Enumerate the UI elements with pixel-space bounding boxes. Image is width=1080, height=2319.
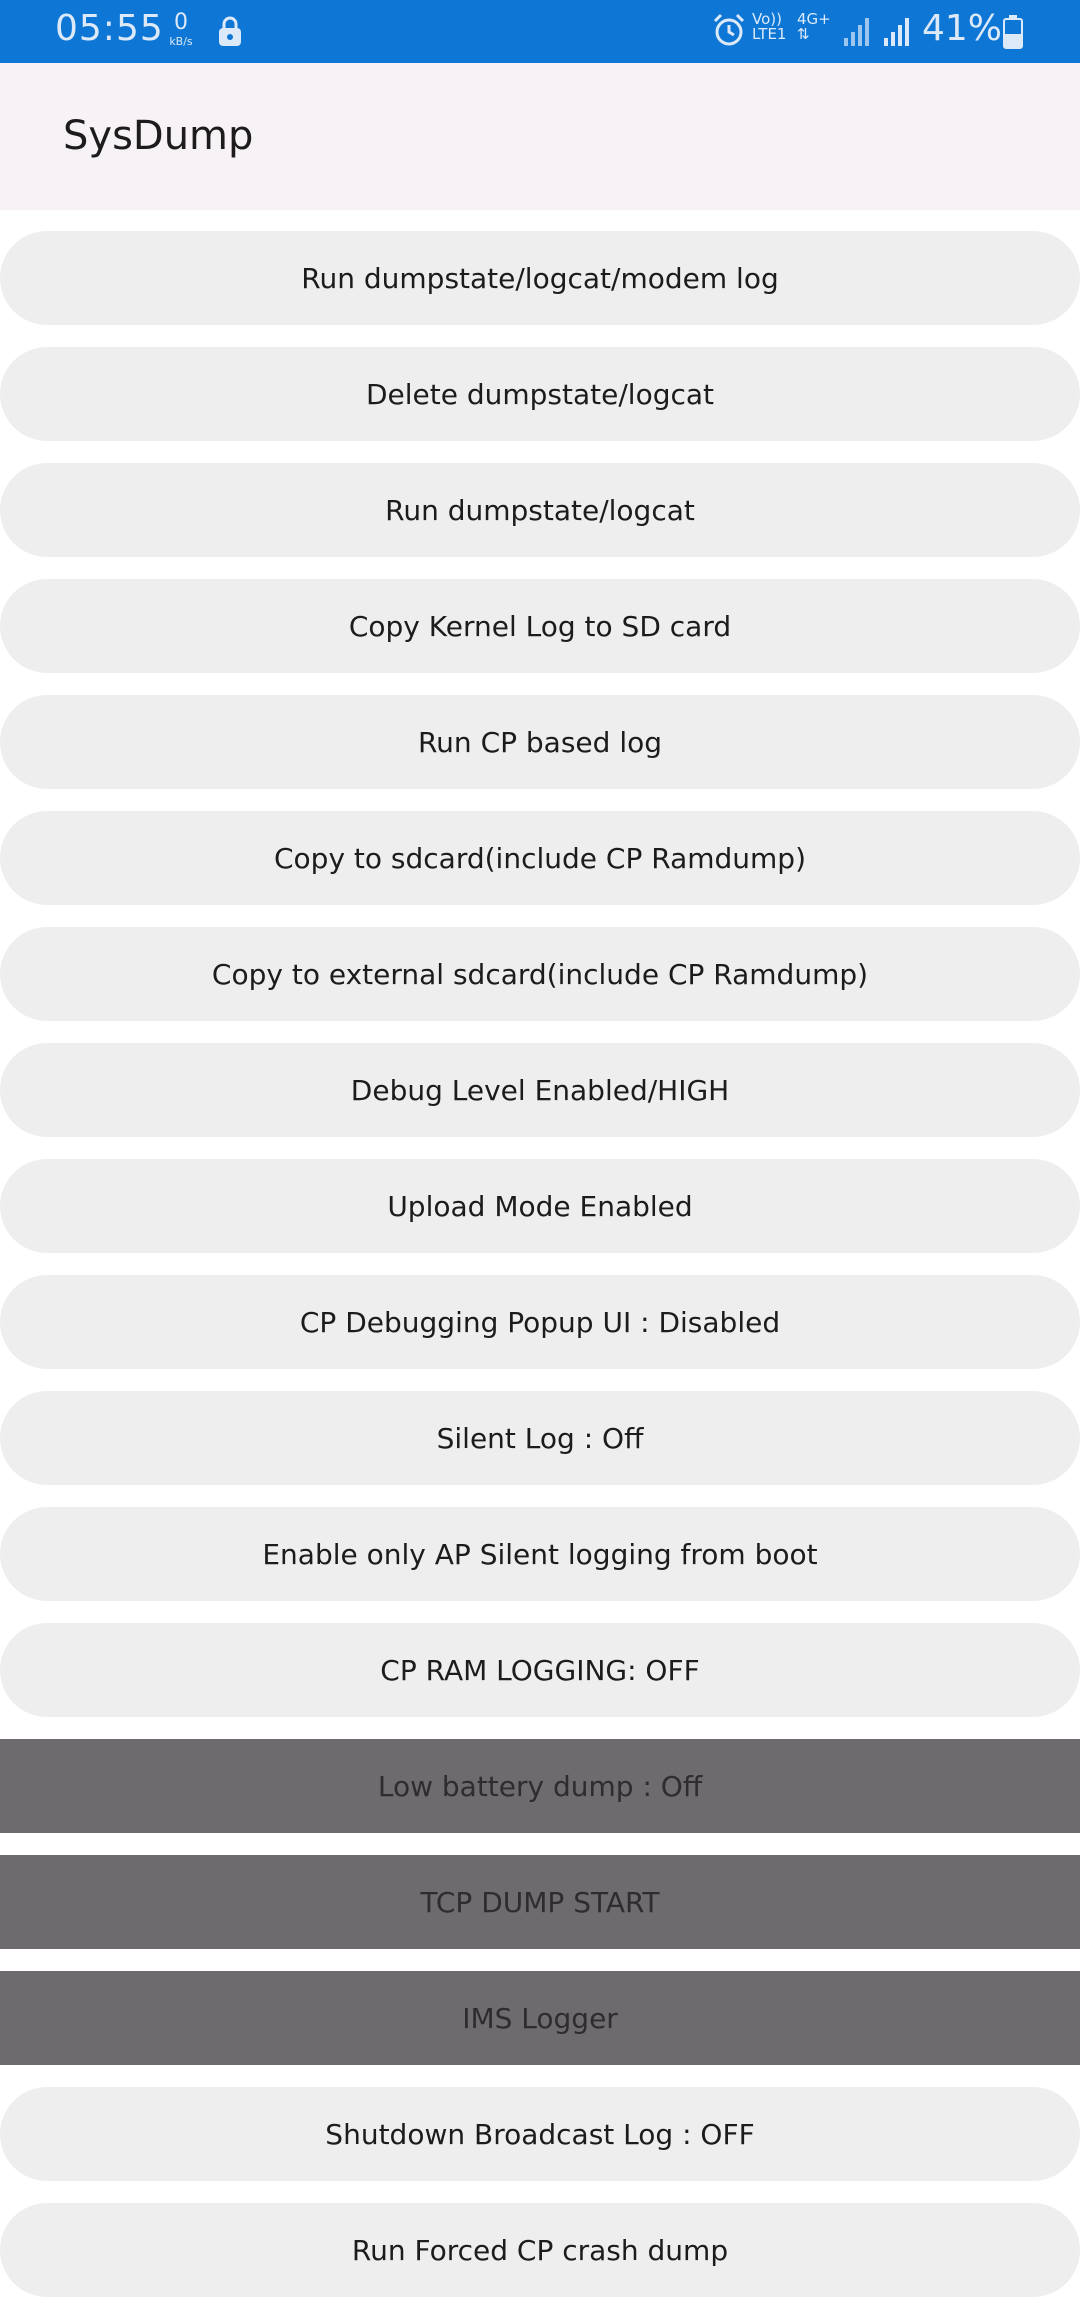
run-dumpstate-logcat-modem-log-button[interactable]: Run dumpstate/logcat/modem log — [0, 231, 1080, 325]
debug-level-button[interactable]: Debug Level Enabled/HIGH — [0, 1043, 1080, 1137]
app-bar: SysDump — [0, 63, 1080, 210]
network-speed: 0 kB/s — [163, 10, 199, 48]
shutdown-broadcast-log-button[interactable]: Shutdown Broadcast Log : OFF — [0, 2087, 1080, 2181]
volte-indicator: Vo)) LTE1 — [752, 12, 786, 42]
cp-ram-logging-button[interactable]: CP RAM LOGGING: OFF — [0, 1623, 1080, 1717]
menu-list: Run dumpstate/logcat/modem log Delete du… — [0, 231, 1080, 2319]
signal-icon — [882, 14, 912, 52]
silent-log-button[interactable]: Silent Log : Off — [0, 1391, 1080, 1485]
alarm-icon — [712, 12, 746, 52]
signal-icon — [842, 14, 872, 52]
network-speed-value: 0 — [174, 10, 188, 35]
copy-kernel-log-button[interactable]: Copy Kernel Log to SD card — [0, 579, 1080, 673]
network-speed-unit: kB/s — [169, 35, 193, 48]
status-bar: 05:55 0 kB/s Vo)) LTE1 4G+ ⇅ 41% — [0, 0, 1080, 63]
low-battery-dump-button: Low battery dump : Off — [0, 1739, 1080, 1833]
battery-icon — [1002, 14, 1024, 54]
upload-mode-button[interactable]: Upload Mode Enabled — [0, 1159, 1080, 1253]
run-forced-cp-crash-dump-button[interactable]: Run Forced CP crash dump — [0, 2203, 1080, 2297]
lock-icon — [215, 14, 245, 52]
data-arrows-icon: ⇅ — [797, 25, 810, 43]
status-time: 05:55 — [55, 8, 164, 49]
cp-debugging-popup-button[interactable]: CP Debugging Popup UI : Disabled — [0, 1275, 1080, 1369]
app-title: SysDump — [63, 113, 254, 159]
copy-to-sdcard-button[interactable]: Copy to sdcard(include CP Ramdump) — [0, 811, 1080, 905]
tcp-dump-start-button: TCP DUMP START — [0, 1855, 1080, 1949]
ap-silent-logging-button[interactable]: Enable only AP Silent logging from boot — [0, 1507, 1080, 1601]
ims-logger-button: IMS Logger — [0, 1971, 1080, 2065]
copy-to-external-sdcard-button[interactable]: Copy to external sdcard(include CP Ramdu… — [0, 927, 1080, 1021]
battery-percent: 41% — [922, 8, 1003, 49]
run-cp-based-log-button[interactable]: Run CP based log — [0, 695, 1080, 789]
network-type-indicator: 4G+ ⇅ — [797, 12, 831, 42]
lte-label: LTE1 — [752, 25, 787, 43]
run-dumpstate-logcat-button[interactable]: Run dumpstate/logcat — [0, 463, 1080, 557]
delete-dumpstate-logcat-button[interactable]: Delete dumpstate/logcat — [0, 347, 1080, 441]
